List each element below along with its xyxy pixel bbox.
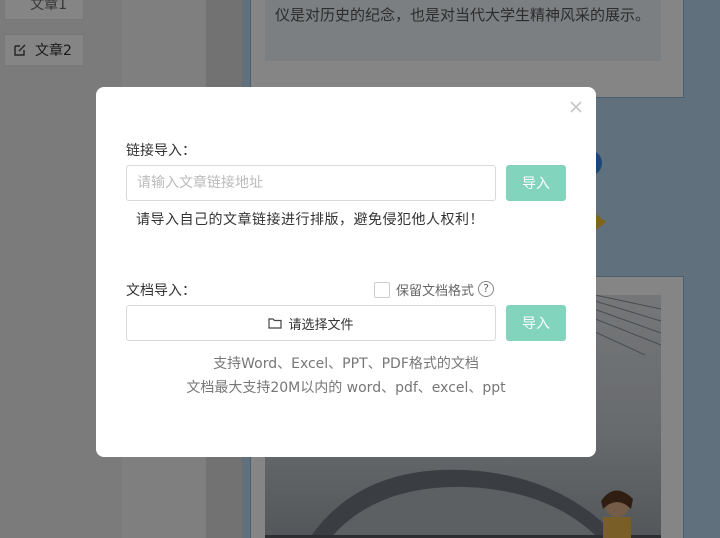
help-icon[interactable]: ? <box>478 281 494 297</box>
file-select-button[interactable]: 请选择文件 <box>126 305 496 341</box>
doc-import-button[interactable]: 导入 <box>506 305 566 341</box>
import-dialog: 链接导入： 导入 请导入自己的文章链接进行排版，避免侵犯他人权利！ 文档导入： … <box>96 87 596 457</box>
article-url-input[interactable] <box>126 165 496 201</box>
copyright-warning: 请导入自己的文章链接进行排版，避免侵犯他人权利！ <box>136 212 484 228</box>
close-icon[interactable] <box>568 99 584 115</box>
keep-format-checkbox[interactable] <box>374 281 390 298</box>
file-select-label: 请选择文件 <box>288 317 354 333</box>
file-size-hint: 文档最大支持20M以内的 word、pdf、excel、ppt <box>186 380 506 396</box>
keep-format-label: 保留文档格式 <box>396 284 475 299</box>
keep-format-option[interactable]: 保留文档格式 <box>374 280 474 299</box>
folder-icon <box>268 318 283 329</box>
doc-import-label: 文档导入： <box>126 283 196 299</box>
link-import-label: 链接导入： <box>126 143 196 159</box>
link-import-button[interactable]: 导入 <box>506 165 566 201</box>
supported-formats-hint: 支持Word、Excel、PPT、PDF格式的文档 <box>213 356 479 372</box>
